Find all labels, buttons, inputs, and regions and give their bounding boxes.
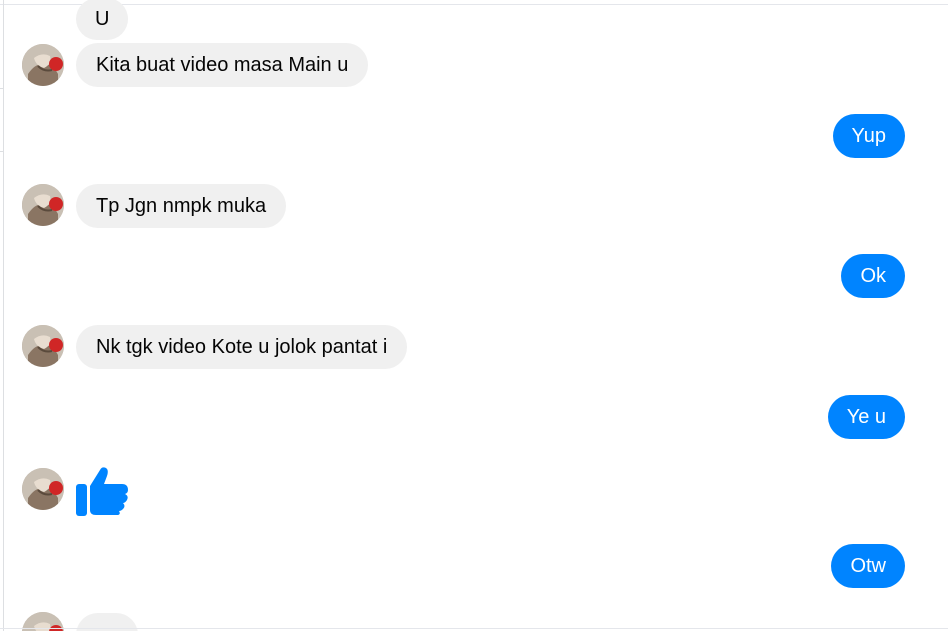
outgoing-message-bubble[interactable]: Ok — [841, 254, 905, 298]
contact-avatar[interactable] — [22, 325, 64, 367]
top-divider — [0, 4, 948, 5]
thumbs-up-icon[interactable] — [74, 462, 130, 518]
outgoing-message-bubble[interactable]: Ye u — [827, 395, 905, 439]
incoming-message-bubble[interactable]: Nk tgk video Kote u jolok pantat i — [76, 325, 408, 369]
incoming-message-bubble[interactable]: U — [76, 0, 129, 40]
outgoing-message-bubble[interactable]: Otw — [831, 544, 905, 588]
chat-window: U Kita buat video masa Main u Yup Tp Jgn… — [0, 0, 948, 631]
contact-avatar[interactable] — [22, 184, 64, 226]
contact-avatar[interactable] — [22, 44, 64, 86]
outgoing-message-bubble[interactable]: Yup — [832, 114, 905, 158]
incoming-message-bubble[interactable]: Tp Jgn nmpk muka — [76, 184, 287, 228]
contact-avatar[interactable] — [22, 468, 64, 510]
left-divider-mark — [0, 88, 4, 152]
bottom-divider — [0, 628, 948, 629]
incoming-message-bubble[interactable]: Kita buat video masa Main u — [76, 43, 369, 87]
